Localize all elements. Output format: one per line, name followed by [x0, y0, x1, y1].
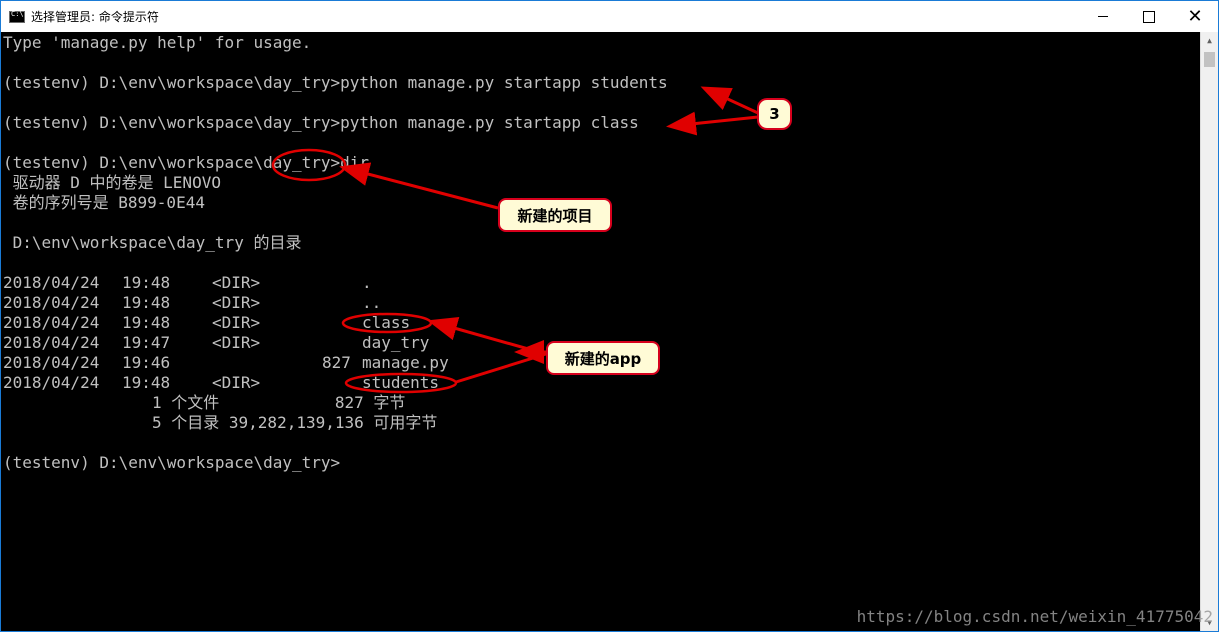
dir-type: <DIR> [212, 273, 261, 292]
command-prompt[interactable]: (testenv) D:\env\workspace\day_try> [3, 453, 340, 473]
dir-date: 2018/04/24 [3, 353, 100, 372]
dir-time: 19:48 [122, 373, 171, 392]
callout-new-project: 新建的项目 [498, 198, 612, 232]
vertical-scrollbar[interactable]: ▲ ▼ [1200, 32, 1218, 631]
dir-date: 2018/04/24 [3, 313, 100, 332]
console-line: D:\env\workspace\day_try 的目录 [3, 233, 302, 252]
dir-type: <DIR> [212, 293, 261, 312]
cmd-window: 选择管理员: 命令提示符 ✕ Type 'manage.py help' for… [0, 0, 1219, 632]
dir-name: . [362, 273, 372, 292]
callout-new-app: 新建的app [546, 341, 660, 375]
maximize-button[interactable] [1126, 1, 1172, 32]
dir-time: 19:48 [122, 273, 171, 292]
dir-name: manage.py [362, 353, 449, 372]
dir-time: 19:48 [122, 313, 171, 332]
dir-date: 2018/04/24 [3, 273, 100, 292]
dir-name: students [362, 373, 440, 392]
dir-type: <DIR> [212, 313, 261, 332]
scroll-thumb[interactable] [1204, 52, 1215, 67]
dir-time: 19:48 [122, 293, 171, 312]
summary-files: 1 个文件 827 字节 [152, 393, 406, 412]
scroll-up-icon[interactable]: ▲ [1201, 32, 1218, 49]
dir-date: 2018/04/24 [3, 333, 100, 352]
dir-name: .. [362, 293, 382, 312]
cmd-icon [9, 10, 25, 23]
console-line: Type 'manage.py help' for usage. [3, 33, 312, 52]
dir-name: day_try [362, 333, 430, 352]
dir-date: 2018/04/24 [3, 293, 100, 312]
dir-time: 19:46 [122, 353, 171, 372]
dir-size: 827 [322, 353, 351, 372]
console-line: (testenv) D:\env\workspace\day_try>dir [3, 153, 370, 172]
summary-dirs: 5 个目录 39,282,139,136 可用字节 [152, 413, 438, 432]
callout-number: 3 [757, 98, 792, 130]
watermark-url: https://blog.csdn.net/weixin_41775042 [856, 607, 1213, 626]
console-output[interactable]: Type 'manage.py help' for usage. (testen… [1, 32, 1201, 631]
minimize-button[interactable] [1080, 1, 1126, 32]
console-line: (testenv) D:\env\workspace\day_try>pytho… [3, 113, 639, 132]
console-line: (testenv) D:\env\workspace\day_try>pytho… [3, 73, 668, 92]
dir-type: <DIR> [212, 333, 261, 352]
console-line: 驱动器 D 中的卷是 LENOVO [3, 173, 221, 192]
close-button[interactable]: ✕ [1172, 1, 1218, 32]
window-title: 选择管理员: 命令提示符 [31, 10, 159, 24]
dir-time: 19:47 [122, 333, 171, 352]
console-line: 卷的序列号是 B899-0E44 [3, 193, 205, 212]
dir-type: <DIR> [212, 373, 261, 392]
dir-name: class [362, 313, 411, 332]
dir-date: 2018/04/24 [3, 373, 100, 392]
title-bar[interactable]: 选择管理员: 命令提示符 ✕ [1, 1, 1218, 32]
